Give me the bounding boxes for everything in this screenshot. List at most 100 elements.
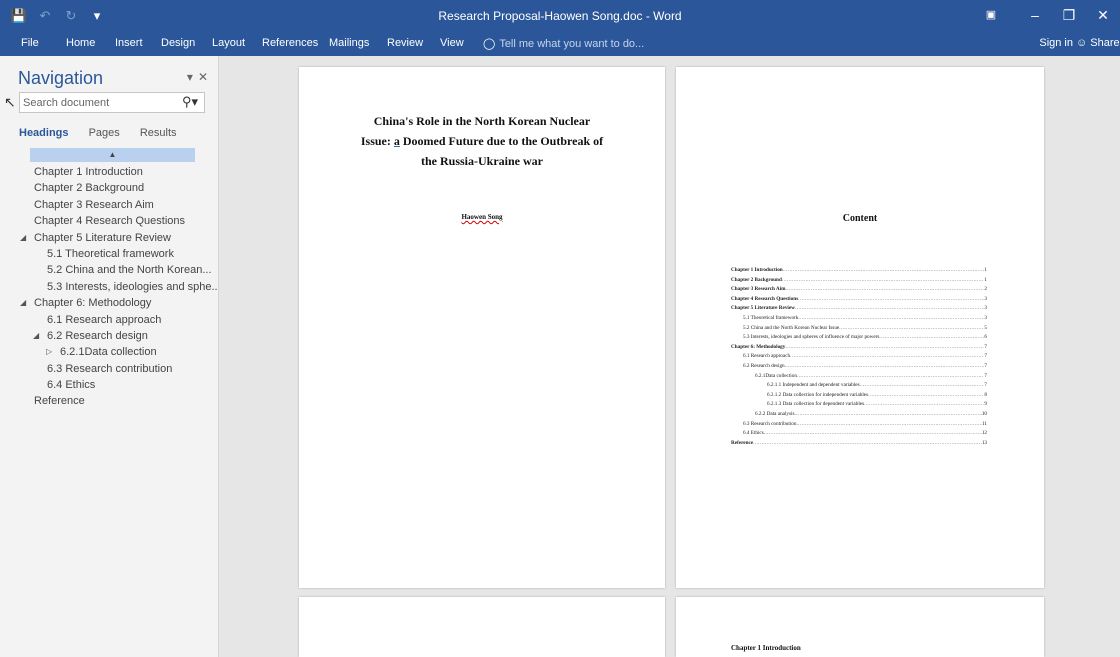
expanded-triangle-icon[interactable]: ◢	[33, 328, 39, 344]
document-page-3[interactable]	[299, 597, 665, 657]
heading-6-2-1[interactable]: ▷ 6.2.1Data collection	[0, 344, 218, 360]
tab-home[interactable]: Home	[66, 37, 95, 49]
toc-entry[interactable]: 5.1 Theoretical framework 3	[731, 314, 987, 324]
toc-leader-dots	[785, 285, 984, 295]
toc-entry-text: 5.1 Theoretical framework	[743, 314, 799, 321]
heading-label: Reference	[34, 395, 85, 408]
toc-entry[interactable]: 6.2.1.3 Data collection for dependent va…	[731, 400, 987, 410]
heading-5-3[interactable]: 5.3 Interests, ideologies and sphe...	[0, 279, 218, 295]
close-pane-icon[interactable]: ✕	[198, 70, 208, 84]
toc-entry-text: Chapter 4 Research Questions	[731, 295, 799, 302]
tab-insert[interactable]: Insert	[115, 37, 143, 49]
heading-5-1[interactable]: 5.1 Theoretical framework	[0, 246, 218, 262]
heading-label: 5.3 Interests, ideologies and sphe...	[47, 280, 218, 293]
tell-me-box[interactable]: ◯ Tell me what you want to do...	[483, 37, 644, 50]
toc-page-number: 1	[984, 267, 987, 273]
heading-6-2[interactable]: ◢ 6.2 Research design	[0, 328, 218, 344]
ribbon-tab-row: File Home Insert Design Layout Reference…	[0, 32, 1120, 56]
toc-entry[interactable]: 6.3 Research contribution 11	[731, 420, 987, 430]
toc-leader-dots	[864, 400, 984, 410]
toc-leader-dots	[785, 362, 985, 372]
heading-6-3[interactable]: 6.3 Research contribution	[0, 361, 218, 377]
tab-pages[interactable]: Pages	[89, 127, 120, 139]
tab-view[interactable]: View	[440, 37, 464, 49]
toc-entry[interactable]: 6.2.1Data collection 7	[731, 372, 987, 382]
toc-entry-text: 6.2.1.1 Independent and dependent variab…	[767, 382, 860, 389]
heading-chapter-6[interactable]: ◢ Chapter 6: Methodology	[0, 295, 218, 311]
toc-leader-dots	[879, 333, 984, 343]
collapsed-triangle-icon[interactable]: ▷	[46, 344, 52, 360]
toc-page-number: 5	[984, 324, 987, 331]
toc-entry[interactable]: Chapter 5 Literature Review 3	[731, 304, 987, 314]
tab-results[interactable]: Results	[140, 127, 177, 139]
toc-leader-dots	[868, 391, 984, 401]
toc-entry[interactable]: Chapter 3 Research Aim 2	[731, 285, 987, 295]
heading-chapter-3[interactable]: Chapter 3 Research Aim	[0, 197, 218, 213]
pane-options-icon[interactable]: ▾	[187, 70, 193, 84]
sign-in-link[interactable]: Sign in	[1039, 37, 1073, 49]
toc-entry[interactable]: 6.2.1.2 Data collection for independent …	[731, 391, 987, 401]
tab-mailings[interactable]: Mailings	[329, 37, 369, 49]
toc-entry[interactable]: Chapter 4 Research Questions 3	[731, 295, 987, 305]
search-input[interactable]	[20, 93, 170, 113]
heading-reference[interactable]: Reference	[0, 393, 218, 409]
document-page-2[interactable]: Content Chapter 1 Introduction1Chapter 2…	[676, 67, 1044, 588]
toc-entry[interactable]: 6.2.2 Data analysis 10	[731, 410, 987, 420]
tab-review[interactable]: Review	[387, 37, 423, 49]
close-button[interactable]: ✕	[1086, 0, 1120, 32]
heading-6-4[interactable]: 6.4 Ethics	[0, 377, 218, 393]
ribbon-display-options-icon[interactable]: ▣	[978, 0, 1004, 32]
share-button[interactable]: ☺ Share	[1076, 37, 1120, 49]
tab-headings[interactable]: Headings	[19, 127, 69, 139]
heading-chapter-1[interactable]: Chapter 1 Introduction	[0, 164, 218, 180]
tab-design[interactable]: Design	[161, 37, 195, 49]
toc-entry[interactable]: 6.2.1.1 Independent and dependent variab…	[731, 381, 987, 391]
heading-6-1[interactable]: 6.1 Research approach	[0, 312, 218, 328]
share-label: Share	[1090, 37, 1120, 49]
toc-entry[interactable]: 6.2 Research design 7	[731, 362, 987, 372]
heading-scroll-indicator[interactable]: ▲	[30, 148, 195, 162]
lightbulb-icon: ◯	[483, 38, 496, 50]
toc-page-number: 11	[982, 420, 987, 427]
navigation-pane: Navigation ▾✕ ↖ ⚲▾ Headings Pages Result…	[0, 56, 219, 657]
toc-entry[interactable]: Reference 13	[731, 439, 987, 449]
document-page-4[interactable]: Chapter 1 Introduction	[676, 597, 1044, 657]
toc-entry[interactable]: Chapter 2 Background 1	[731, 276, 987, 286]
expanded-triangle-icon[interactable]: ◢	[20, 230, 26, 246]
toc-leader-dots	[795, 304, 984, 314]
tab-file[interactable]: File	[21, 37, 39, 49]
tab-references[interactable]: References	[262, 37, 318, 49]
tab-layout[interactable]: Layout	[212, 37, 245, 49]
heading-label: Chapter 1 Introduction	[34, 166, 143, 178]
heading-chapter-4[interactable]: Chapter 4 Research Questions	[0, 213, 218, 229]
headings-list: Chapter 1 Introduction Chapter 2 Backgro…	[0, 164, 218, 410]
cover-title: China's Role in the North Korean Nuclear…	[319, 111, 645, 171]
heading-chapter-2[interactable]: Chapter 2 Background	[0, 180, 218, 196]
toc-entry-text: 6.1 Research approach	[743, 353, 791, 360]
toc-entry-text: Chapter 2 Background	[731, 276, 782, 283]
expanded-triangle-icon[interactable]: ◢	[20, 295, 26, 311]
toc-page-number: 2	[984, 286, 987, 293]
search-document-box[interactable]: ⚲▾	[19, 92, 205, 113]
search-icon[interactable]: ⚲▾	[182, 94, 198, 110]
document-page-1[interactable]: China's Role in the North Korean Nuclear…	[299, 67, 665, 588]
heading-5-2[interactable]: 5.2 China and the North Korean...	[0, 262, 218, 278]
cover-title-line-2: Issue: a Doomed Future due to the Outbre…	[319, 131, 645, 151]
toc-entry[interactable]: 5.3 Interests, ideologies and spheres of…	[731, 333, 987, 343]
heading-chapter-5[interactable]: ◢ Chapter 5 Literature Review	[0, 230, 218, 246]
toc-entry-text: Chapter 5 Literature Review	[731, 305, 795, 312]
toc-entry[interactable]: 6.4 Ethics 12	[731, 429, 987, 439]
restore-button[interactable]: ❐	[1052, 0, 1086, 32]
cover-title-line-2-post: Doomed Future due to the Outbreak of	[399, 134, 604, 148]
toc-entry[interactable]: 6.1 Research approach 7	[731, 352, 987, 362]
toc-page-number: 13	[981, 439, 987, 446]
mouse-pointer-icon: ↖	[4, 94, 16, 110]
heading-label: Chapter 4 Research Questions	[34, 215, 186, 228]
minimize-button[interactable]: –	[1018, 0, 1052, 32]
toc-entry[interactable]: 5.2 China and the North Korean Nuclear I…	[731, 324, 987, 334]
toc-page-number: 3	[984, 295, 987, 302]
toc-entry[interactable]: Chapter 1 Introduction 1	[731, 266, 987, 276]
toc-entry[interactable]: Chapter 6: Methodology 7	[731, 343, 987, 353]
toc-leader-dots	[790, 352, 984, 362]
toc-page-number: 7	[984, 353, 987, 360]
